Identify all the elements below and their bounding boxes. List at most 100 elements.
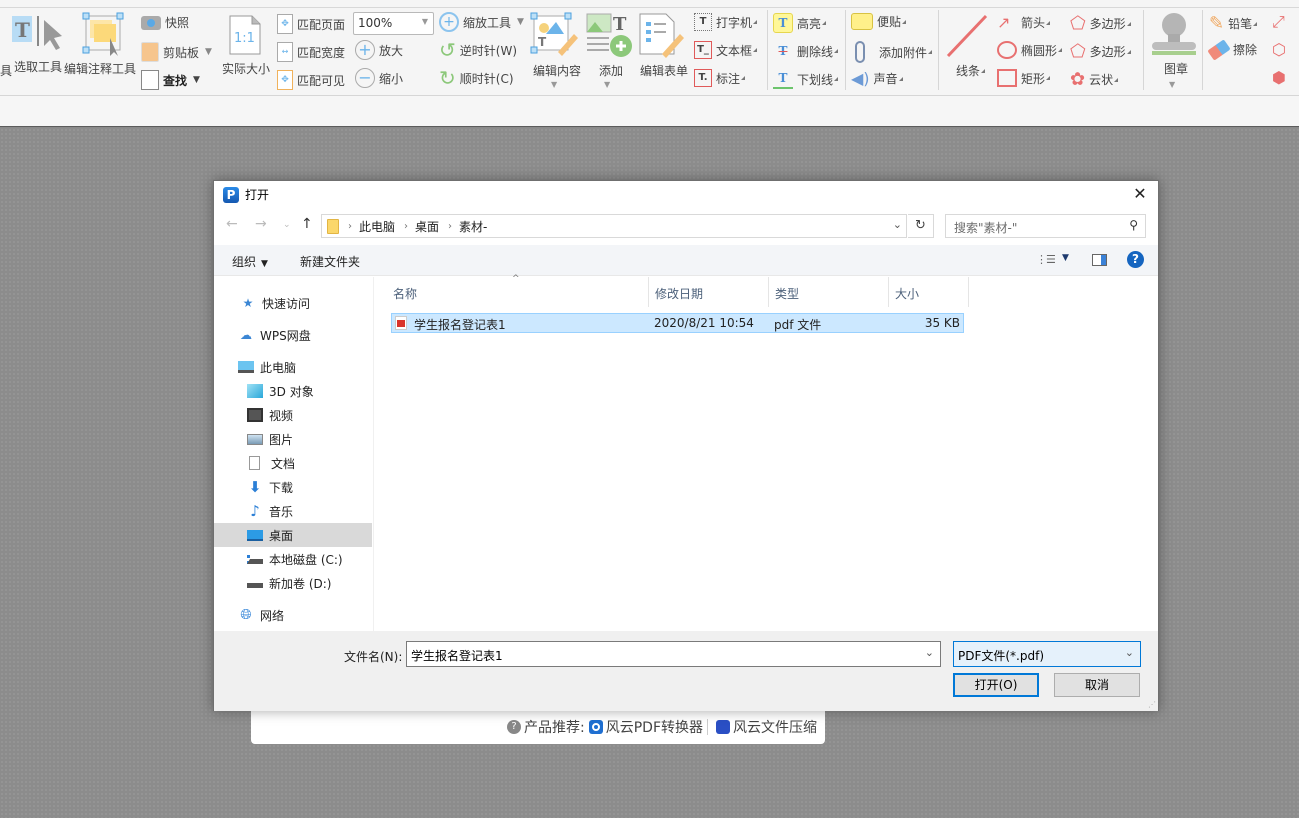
file-type-filter-select[interactable]: PDF文件(*.pdf) ⌄: [953, 641, 1141, 667]
arrow-tool-button[interactable]: ↗ 箭头: [997, 13, 1050, 32]
polygon-tool-button[interactable]: ⬠ 多边形: [1070, 13, 1131, 34]
promo-file-compress-link[interactable]: 风云文件压缩: [733, 717, 817, 737]
forward-arrow-icon[interactable]: →: [255, 216, 267, 232]
rectangle-tool-button[interactable]: 矩形: [997, 69, 1050, 87]
add-button[interactable]: T 添加: [585, 12, 637, 79]
file-size: 35 KB: [924, 316, 960, 330]
edit-form-button[interactable]: 编辑表单: [638, 12, 690, 79]
find-button[interactable]: 查找 ▼: [141, 70, 200, 90]
open-button[interactable]: 打开(O): [953, 673, 1039, 697]
nav-item-local-disk-c[interactable]: 本地磁盘 (C:): [214, 547, 372, 571]
cloud-icon: ☁: [240, 328, 252, 342]
nav-item-this-pc[interactable]: 此电脑: [214, 355, 372, 379]
chevron-down-icon: ▼: [1169, 80, 1176, 89]
cloud-tool-button[interactable]: ✿ 云状: [1070, 69, 1118, 90]
line-tool-label-wrap[interactable]: 线条: [956, 62, 985, 79]
edit-content-button[interactable]: T 编辑内容: [530, 12, 584, 79]
up-arrow-icon[interactable]: ↑: [301, 216, 313, 232]
rotate-cw-button[interactable]: ↻ 顺时针(C): [439, 68, 514, 88]
zoom-level-select[interactable]: 100% ▼: [353, 12, 434, 35]
resize-grip-icon[interactable]: ⋰: [1148, 700, 1156, 709]
chevron-down-icon[interactable]: ⌄: [925, 646, 934, 659]
stamp-button[interactable]: 图章: [1150, 12, 1202, 77]
sticky-note-button[interactable]: 便贴: [851, 13, 906, 30]
breadcrumb-separator-icon: ›: [348, 220, 352, 232]
rotate-ccw-button[interactable]: ↺ 逆时针(W): [439, 40, 517, 60]
nav-item-quick-access[interactable]: ★ 快速访问: [214, 291, 372, 315]
refresh-button[interactable]: ↻: [908, 214, 934, 238]
back-arrow-icon[interactable]: ←: [226, 216, 238, 232]
nav-item-downloads[interactable]: ⬇ 下载: [214, 475, 372, 499]
organize-menu-button[interactable]: 组织 ▼: [232, 253, 268, 270]
zoom-tool-button[interactable]: + 缩放工具 ▼: [439, 12, 524, 32]
recent-locations-chevron-icon[interactable]: ⌄: [283, 220, 291, 230]
highlight-button[interactable]: T 高亮: [773, 13, 826, 33]
close-button[interactable]: ✕: [1130, 184, 1150, 204]
navigation-pane: ★ 快速访问 ☁ WPS网盘 此电脑 3D 对象 视频 图片 文档 ⬇ 下载 ♪ 音乐 …: [214, 277, 374, 631]
line-tool-button[interactable]: [944, 12, 994, 60]
actual-size-button[interactable]: 1:1 实际大小: [222, 14, 270, 77]
textbox-button[interactable]: T_ 文本框: [694, 41, 757, 59]
perimeter-tool-button[interactable]: ⬡: [1272, 40, 1286, 59]
pencil-tool-button[interactable]: ✎ 铅笔: [1209, 13, 1257, 34]
breadcrumb-this-pc[interactable]: 此电脑: [359, 218, 395, 235]
arrow-icon: ↗: [997, 13, 1011, 32]
new-folder-button[interactable]: 新建文件夹: [300, 253, 360, 270]
address-bar[interactable]: › 此电脑 › 桌面 › 素材- ⌄: [321, 214, 907, 238]
breadcrumb-desktop[interactable]: 桌面: [415, 218, 439, 235]
polygon-line-tool-button[interactable]: ⬠ 多边形: [1070, 41, 1131, 62]
nav-item-desktop[interactable]: 桌面: [214, 523, 372, 547]
column-header-type[interactable]: 类型: [769, 277, 889, 307]
nav-item-3d-objects[interactable]: 3D 对象: [214, 379, 372, 403]
snapshot-button[interactable]: 快照: [141, 14, 189, 31]
file-modified: 2020/8/21 10:54: [654, 316, 754, 330]
ribbon-subbar: [0, 96, 1299, 127]
zoom-in-button[interactable]: + 放大: [355, 40, 403, 60]
search-input[interactable]: 搜索"素材-" ⚲: [945, 214, 1146, 238]
nav-item-documents[interactable]: 文档: [214, 451, 372, 475]
column-header-modified[interactable]: 修改日期: [649, 277, 769, 307]
eraser-tool-button[interactable]: 擦除: [1207, 38, 1257, 61]
callout-button[interactable]: T. 标注: [694, 69, 745, 87]
view-dropdown-icon[interactable]: ▼: [1062, 253, 1069, 263]
nav-item-videos[interactable]: 视频: [214, 403, 372, 427]
distance-tool-button[interactable]: ⤢: [1272, 12, 1285, 32]
nav-item-music[interactable]: ♪ 音乐: [214, 499, 372, 523]
nav-item-wps-cloud[interactable]: ☁ WPS网盘: [214, 323, 372, 347]
zoom-out-button[interactable]: − 缩小: [355, 68, 403, 88]
nav-item-network[interactable]: 🌐︎ 网络: [214, 603, 372, 627]
preview-pane-icon[interactable]: [1092, 254, 1107, 266]
fit-visible-button[interactable]: ✥ 匹配可见: [277, 70, 345, 90]
edit-annotation-tool-button[interactable]: 编辑注释工具: [64, 12, 136, 77]
attach-file-button[interactable]: 添加附件: [855, 41, 932, 63]
caret-down-icon: ▼: [261, 259, 268, 269]
clipboard-button[interactable]: 剪贴板 ▼: [141, 42, 212, 62]
nav-item-volume-d[interactable]: 新加卷 (D:): [214, 571, 372, 595]
cancel-button[interactable]: 取消: [1054, 673, 1140, 697]
file-row[interactable]: 学生报名登记表1 2020/8/21 10:54 pdf 文件 35 KB: [391, 313, 964, 333]
nav-item-pictures[interactable]: 图片: [214, 427, 372, 451]
column-header-size[interactable]: 大小: [889, 277, 969, 307]
underline-button[interactable]: T 下划线: [773, 69, 838, 89]
column-type-label: 类型: [775, 287, 800, 301]
desktop-icon: [247, 529, 263, 541]
select-tool-button[interactable]: T 选取工具: [10, 14, 66, 75]
view-options-icon[interactable]: ⋮☰: [1036, 253, 1056, 266]
fit-width-button[interactable]: ↔ 匹配宽度: [277, 42, 345, 62]
promo-pdf-converter-link[interactable]: 风云PDF转换器: [606, 717, 703, 737]
breadcrumb-current-folder[interactable]: 素材-: [459, 218, 487, 235]
column-header-name[interactable]: 名称: [387, 277, 649, 307]
area-tool-button[interactable]: ⬢: [1272, 68, 1286, 87]
strikeout-button[interactable]: T 删除线: [773, 41, 838, 61]
ribbon-divider: [0, 7, 1299, 8]
typewriter-button[interactable]: T 打字机: [694, 13, 757, 31]
network-icon: 🌐︎: [240, 607, 252, 623]
ellipse-tool-button[interactable]: 椭圆形: [997, 41, 1062, 59]
address-dropdown-icon[interactable]: ⌄: [893, 218, 902, 231]
help-icon[interactable]: ?: [1127, 251, 1144, 268]
filename-input[interactable]: 学生报名登记表1 ⌄: [406, 641, 941, 667]
fit-page-button[interactable]: ✥ 匹配页面: [277, 14, 345, 34]
music-icon: ♪: [250, 502, 260, 520]
edit-form-label: 编辑表单: [639, 64, 688, 78]
sound-button[interactable]: ◀︎) 声音: [851, 69, 903, 88]
